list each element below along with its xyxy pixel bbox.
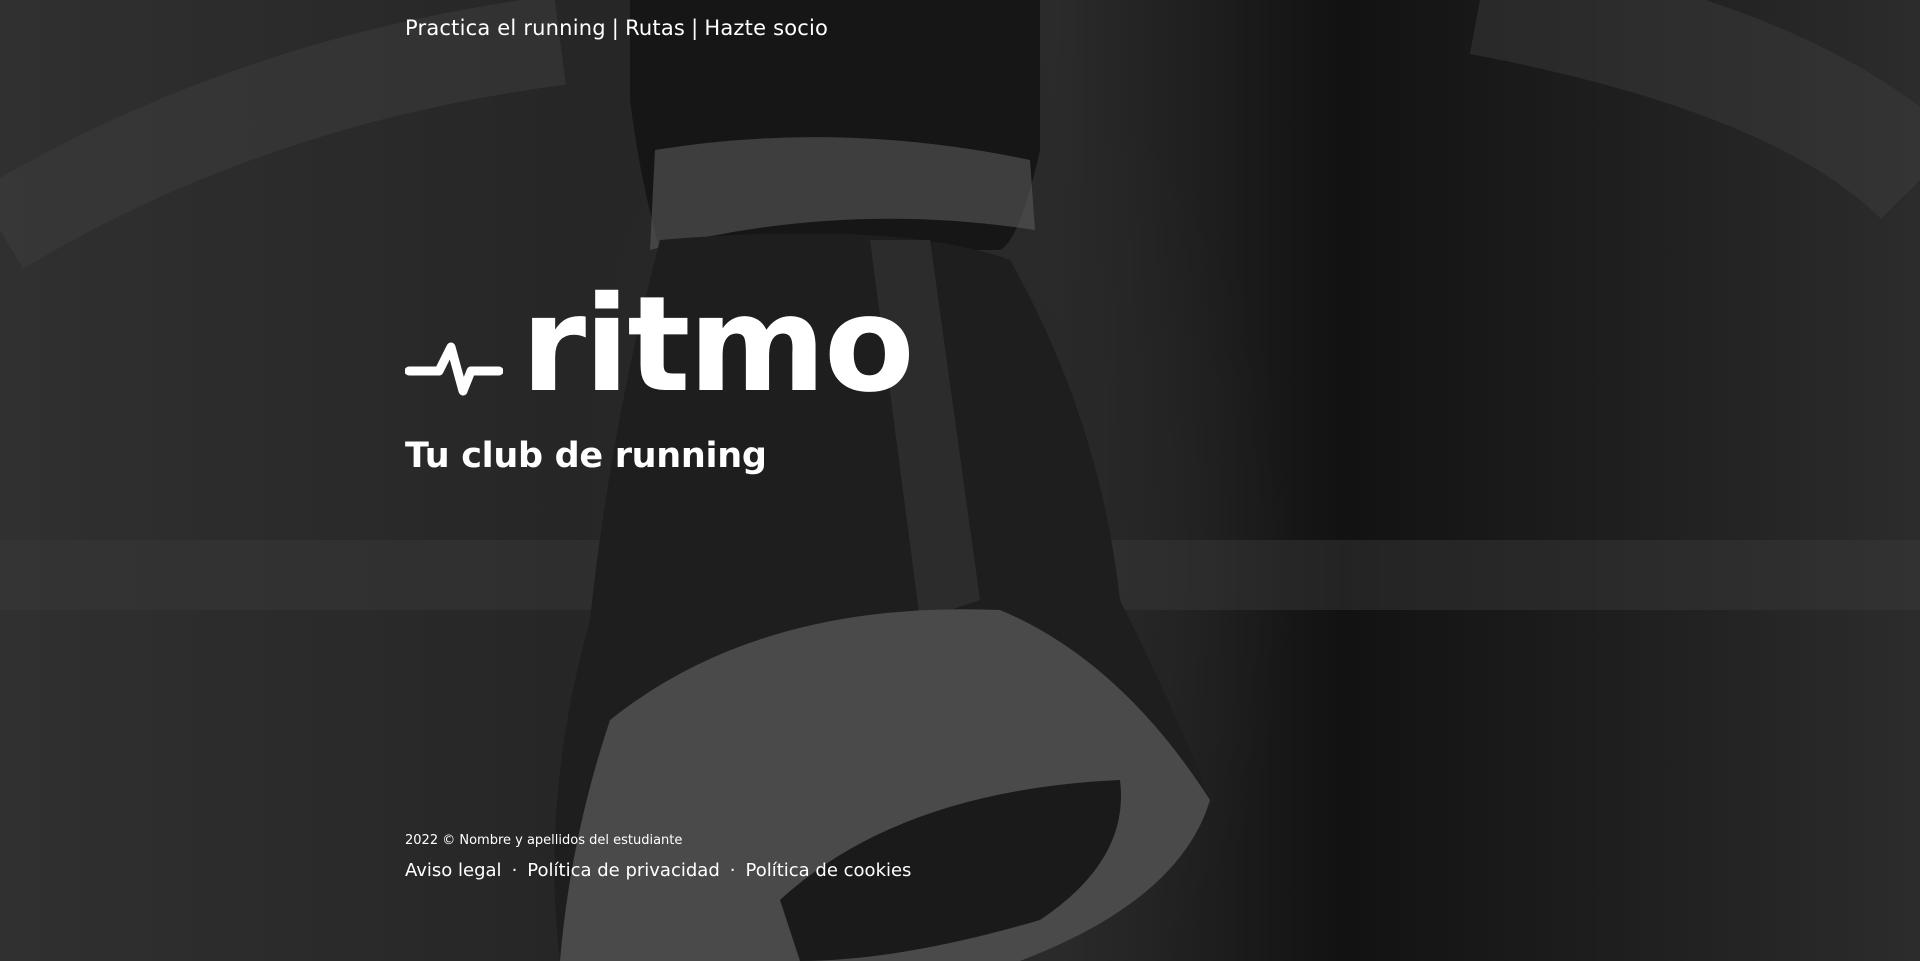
footer-separator: · <box>511 860 518 881</box>
footer-link-aviso-legal[interactable]: Aviso legal <box>405 860 502 881</box>
nav-separator: | <box>611 16 620 40</box>
footer-link-cookies[interactable]: Política de cookies <box>745 860 911 881</box>
brand-logo: ritmo <box>405 268 915 422</box>
nav-separator: | <box>691 16 699 40</box>
hero-section: Practica el running | Rutas | Hazte soci… <box>0 0 1920 961</box>
footer-separator: · <box>729 860 736 881</box>
background-photo <box>0 0 1920 961</box>
nav-link-rutas[interactable]: Rutas <box>625 16 685 40</box>
nav-link-practica[interactable]: Practica el running <box>405 16 606 40</box>
copyright-text: 2022 © Nombre y apellidos del estudiante <box>405 833 683 848</box>
footer-links: Aviso legal · Política de privacidad · P… <box>405 860 911 881</box>
footer-link-privacidad[interactable]: Política de privacidad <box>527 860 719 881</box>
pulse-icon <box>405 342 503 396</box>
brand-name: ritmo <box>521 268 915 422</box>
brand-tagline: Tu club de running <box>405 436 767 476</box>
top-nav: Practica el running | Rutas | Hazte soci… <box>405 16 828 40</box>
nav-link-hazte-socio[interactable]: Hazte socio <box>704 16 828 40</box>
